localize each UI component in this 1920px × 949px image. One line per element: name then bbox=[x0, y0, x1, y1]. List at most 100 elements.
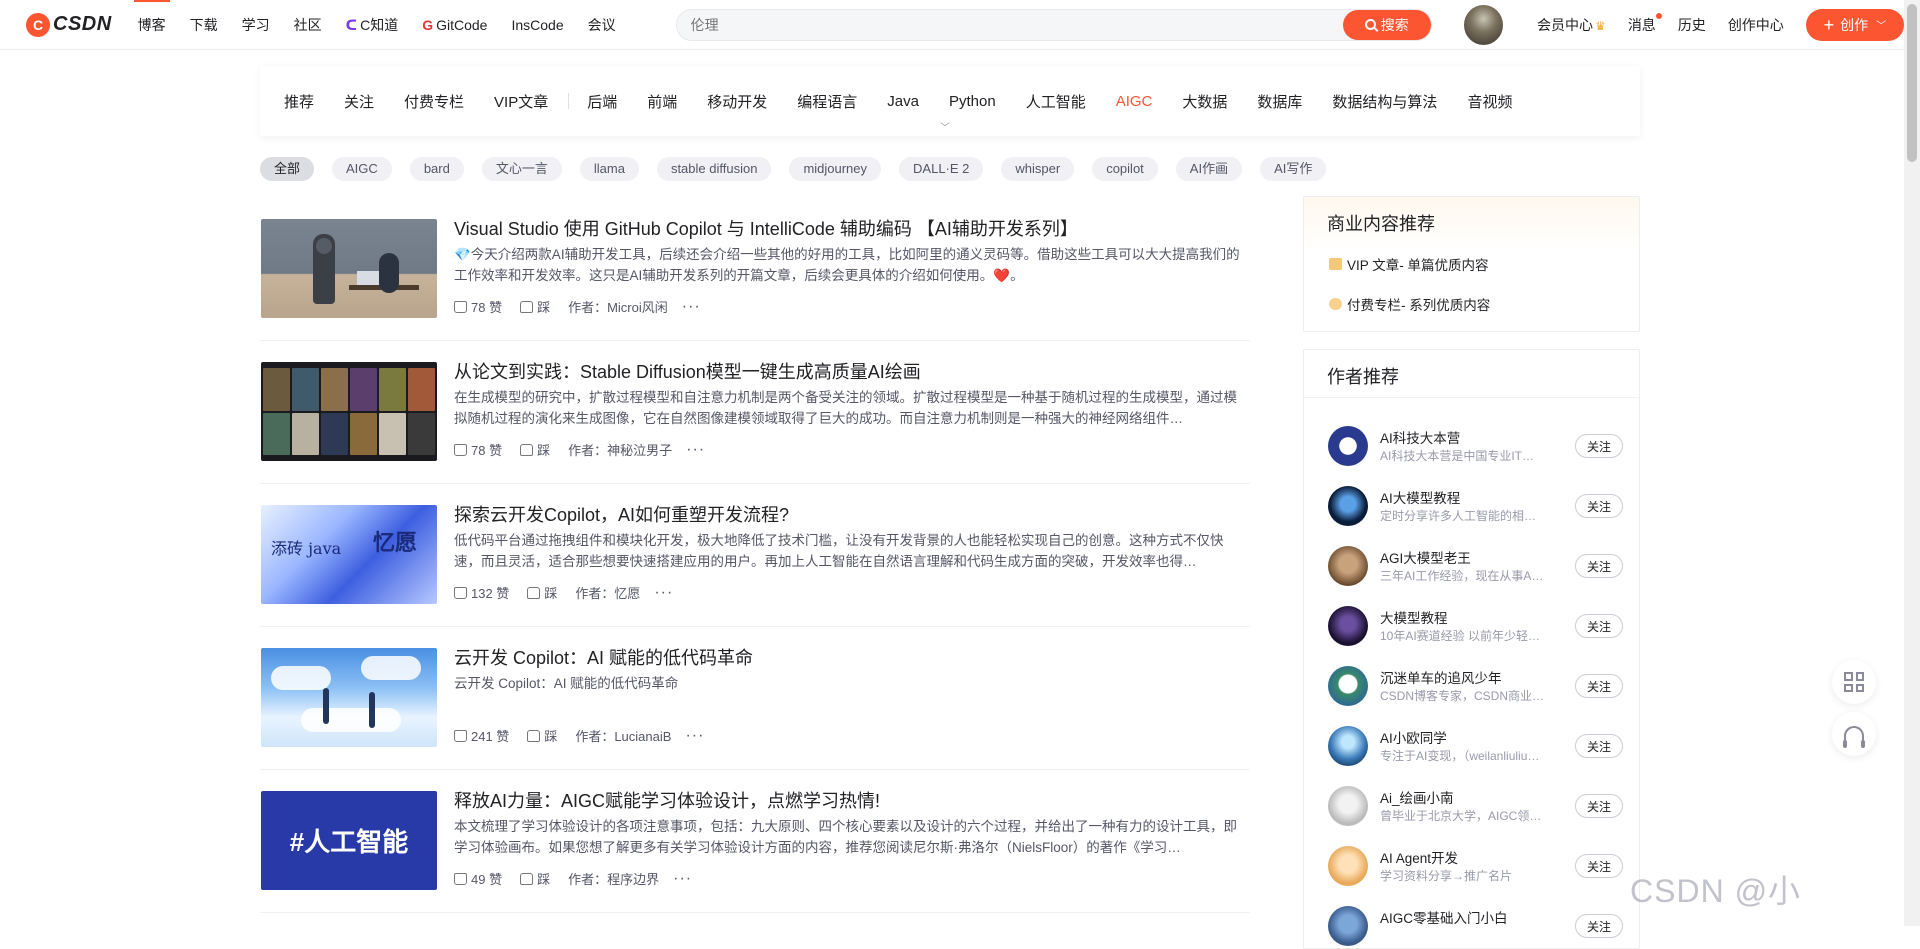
article-item[interactable]: Visual Studio 使用 GitHub Copilot 与 Intell… bbox=[260, 198, 1250, 341]
dislike-button[interactable]: 踩 bbox=[520, 440, 550, 459]
tag-all[interactable]: 全部 bbox=[260, 157, 315, 181]
vip-center-link[interactable]: 会员中心 ♛ bbox=[1537, 15, 1606, 35]
author-avatar[interactable] bbox=[1328, 846, 1368, 886]
create-button[interactable]: + 创作 ﹀ bbox=[1805, 8, 1904, 41]
nav-item-download[interactable]: 下载 bbox=[178, 0, 230, 50]
follow-button[interactable]: 关注 bbox=[1575, 734, 1623, 758]
cat-frontend[interactable]: 前端 bbox=[647, 91, 677, 112]
dislike-button[interactable]: 踩 bbox=[527, 726, 557, 745]
cat-av[interactable]: 音视频 bbox=[1467, 91, 1512, 112]
article-desc[interactable]: 云开发 Copilot：AI 赋能的低代码革命 bbox=[454, 673, 1250, 715]
author-name[interactable]: AI科技大本营 bbox=[1380, 427, 1460, 447]
search-button[interactable]: 搜索 bbox=[1342, 9, 1431, 40]
author-item[interactable]: AI科技大本营 AI科技大本营是中国专业IT社… 关注 bbox=[1328, 422, 1623, 468]
article-author[interactable]: 作者：忆愿 bbox=[575, 583, 640, 602]
author-name[interactable]: AI Agent开发 bbox=[1380, 847, 1458, 867]
messages-link[interactable]: 消息 bbox=[1628, 12, 1662, 35]
like-button[interactable]: 78 赞 bbox=[454, 440, 502, 459]
like-button[interactable]: 78 赞 bbox=[454, 297, 502, 316]
author-name[interactable]: 沉迷单车的追风少年 bbox=[1380, 667, 1502, 687]
follow-button[interactable]: 关注 bbox=[1575, 494, 1623, 518]
history-link[interactable]: 历史 bbox=[1678, 15, 1706, 35]
author-item[interactable]: 大模型教程 10年AI赛道经验 以前年少轻… 关注 bbox=[1328, 602, 1623, 648]
nav-item-learn[interactable]: 学习 bbox=[230, 0, 282, 50]
follow-button[interactable]: 关注 bbox=[1575, 554, 1623, 578]
author-item[interactable]: AI Agent开发 学习资料分享→推广名片 关注 bbox=[1328, 842, 1623, 888]
author-item[interactable]: AGI大模型老王 三年AI工作经验，现在从事A… 关注 bbox=[1328, 542, 1623, 588]
like-button[interactable]: 132 赞 bbox=[454, 583, 509, 602]
article-thumbnail[interactable] bbox=[261, 362, 437, 461]
tag-aigc[interactable]: AIGC bbox=[332, 157, 392, 181]
author-name[interactable]: AIGC零基础入门小白 bbox=[1380, 907, 1508, 927]
more-icon[interactable]: ··· bbox=[673, 870, 692, 887]
tag-dalle2[interactable]: DALL·E 2 bbox=[899, 157, 984, 181]
article-item[interactable]: #人工智能 释放AI力量：AIGC赋能学习体验设计，点燃学习热情! 本文梳理了学… bbox=[260, 770, 1250, 913]
author-item[interactable]: AI大模型教程 定时分享许多人工智能的相关… 关注 bbox=[1328, 482, 1623, 528]
tag-bard[interactable]: bard bbox=[409, 157, 464, 181]
follow-button[interactable]: 关注 bbox=[1575, 794, 1623, 818]
article-thumbnail[interactable] bbox=[261, 648, 437, 747]
biz-item-vip[interactable]: VIP 文章- 单篇优质内容 bbox=[1329, 254, 1489, 274]
cat-mobile[interactable]: 移动开发 bbox=[707, 91, 767, 112]
article-title[interactable]: Visual Studio 使用 GitHub Copilot 与 Intell… bbox=[454, 215, 1078, 241]
article-thumbnail[interactable]: 添砖 java 忆愿 bbox=[261, 505, 437, 604]
follow-button[interactable]: 关注 bbox=[1575, 914, 1623, 938]
author-avatar[interactable] bbox=[1328, 426, 1368, 466]
more-icon[interactable]: ··· bbox=[654, 584, 673, 601]
author-avatar[interactable] bbox=[1328, 486, 1368, 526]
author-avatar[interactable] bbox=[1328, 726, 1368, 766]
author-avatar[interactable] bbox=[1328, 666, 1368, 706]
user-avatar[interactable] bbox=[1463, 4, 1504, 45]
article-author[interactable]: 作者：程序边界 bbox=[568, 869, 659, 888]
tag-wenxin[interactable]: 文心一言 bbox=[481, 157, 562, 181]
follow-button[interactable]: 关注 bbox=[1575, 614, 1623, 638]
author-avatar[interactable] bbox=[1328, 606, 1368, 646]
author-name[interactable]: AGI大模型老王 bbox=[1380, 547, 1471, 567]
follow-button[interactable]: 关注 bbox=[1575, 674, 1623, 698]
tag-stable-diffusion[interactable]: stable diffusion bbox=[656, 157, 772, 181]
article-title[interactable]: 探索云开发Copilot，AI如何重塑开发流程? bbox=[454, 501, 789, 527]
cat-recommend[interactable]: 推荐 bbox=[284, 91, 314, 112]
follow-button[interactable]: 关注 bbox=[1575, 434, 1623, 458]
nav-item-community[interactable]: 社区 bbox=[282, 0, 334, 50]
author-avatar[interactable] bbox=[1328, 786, 1368, 826]
tag-llama[interactable]: llama bbox=[579, 157, 639, 181]
dislike-button[interactable]: 踩 bbox=[527, 583, 557, 602]
like-button[interactable]: 49 赞 bbox=[454, 869, 502, 888]
nav-item-czhidao[interactable]: ᑕ C知道 bbox=[334, 0, 411, 50]
cat-ai[interactable]: 人工智能 bbox=[1026, 91, 1086, 112]
tag-midjourney[interactable]: midjourney bbox=[789, 157, 882, 181]
author-avatar[interactable] bbox=[1328, 906, 1368, 946]
author-name[interactable]: Ai_绘画小南 bbox=[1380, 787, 1454, 807]
tag-ai-writing[interactable]: AI写作 bbox=[1260, 157, 1327, 181]
more-icon[interactable]: ··· bbox=[682, 298, 701, 315]
nav-item-gitcode[interactable]: G GitCode bbox=[410, 0, 499, 50]
author-item[interactable]: AI小欧同学 专注于AI变现，（weilanliuliu… 关注 bbox=[1328, 722, 1623, 768]
article-author[interactable]: 作者：LucianaiB bbox=[575, 726, 671, 745]
cat-python[interactable]: Python bbox=[949, 93, 996, 110]
cat-backend[interactable]: 后端 bbox=[587, 91, 617, 112]
author-name[interactable]: AI小欧同学 bbox=[1380, 727, 1447, 747]
cat-algorithms[interactable]: 数据结构与算法 bbox=[1332, 91, 1437, 112]
cat-database[interactable]: 数据库 bbox=[1257, 91, 1302, 112]
creator-center-link[interactable]: 创作中心 bbox=[1728, 15, 1784, 35]
page-scrollbar[interactable] bbox=[1904, 0, 1920, 926]
more-icon[interactable]: ··· bbox=[685, 727, 704, 744]
cat-aigc[interactable]: AIGC bbox=[1116, 93, 1153, 110]
article-desc[interactable]: 💎今天介绍两款AI辅助开发工具，后续还会介绍一些其他的好用的工具，比如阿里的通义… bbox=[454, 244, 1250, 286]
cat-languages[interactable]: 编程语言 bbox=[797, 91, 857, 112]
author-item[interactable]: AIGC零基础入门小白 关注 bbox=[1328, 902, 1623, 948]
article-thumbnail[interactable] bbox=[261, 219, 437, 318]
article-desc[interactable]: 低代码平台通过拖拽组件和模块化开发，极大地降低了技术门槛，让没有开发背景的人也能… bbox=[454, 530, 1250, 572]
article-desc[interactable]: 本文梳理了学习体验设计的各项注意事项，包括：九大原则、四个核心要素以及设计的六个… bbox=[454, 816, 1250, 858]
article-title[interactable]: 释放AI力量：AIGC赋能学习体验设计，点燃学习热情! bbox=[454, 787, 880, 813]
nav-item-blog[interactable]: 博客 bbox=[126, 0, 178, 50]
article-desc[interactable]: 在生成模型的研究中，扩散过程模型和自注意力机制是两个备受关注的领域。扩散过程模型… bbox=[454, 387, 1250, 429]
qrcode-button[interactable] bbox=[1832, 660, 1876, 704]
more-icon[interactable]: ··· bbox=[686, 441, 705, 458]
article-author[interactable]: 作者：神秘泣男子 bbox=[568, 440, 672, 459]
tag-ai-painting[interactable]: AI作画 bbox=[1175, 157, 1243, 181]
article-author[interactable]: 作者：Microi风闲 bbox=[568, 297, 668, 316]
like-button[interactable]: 241 赞 bbox=[454, 726, 509, 745]
article-item[interactable]: 从论文到实践：Stable Diffusion模型一键生成高质量AI绘画 在生成… bbox=[260, 341, 1250, 484]
